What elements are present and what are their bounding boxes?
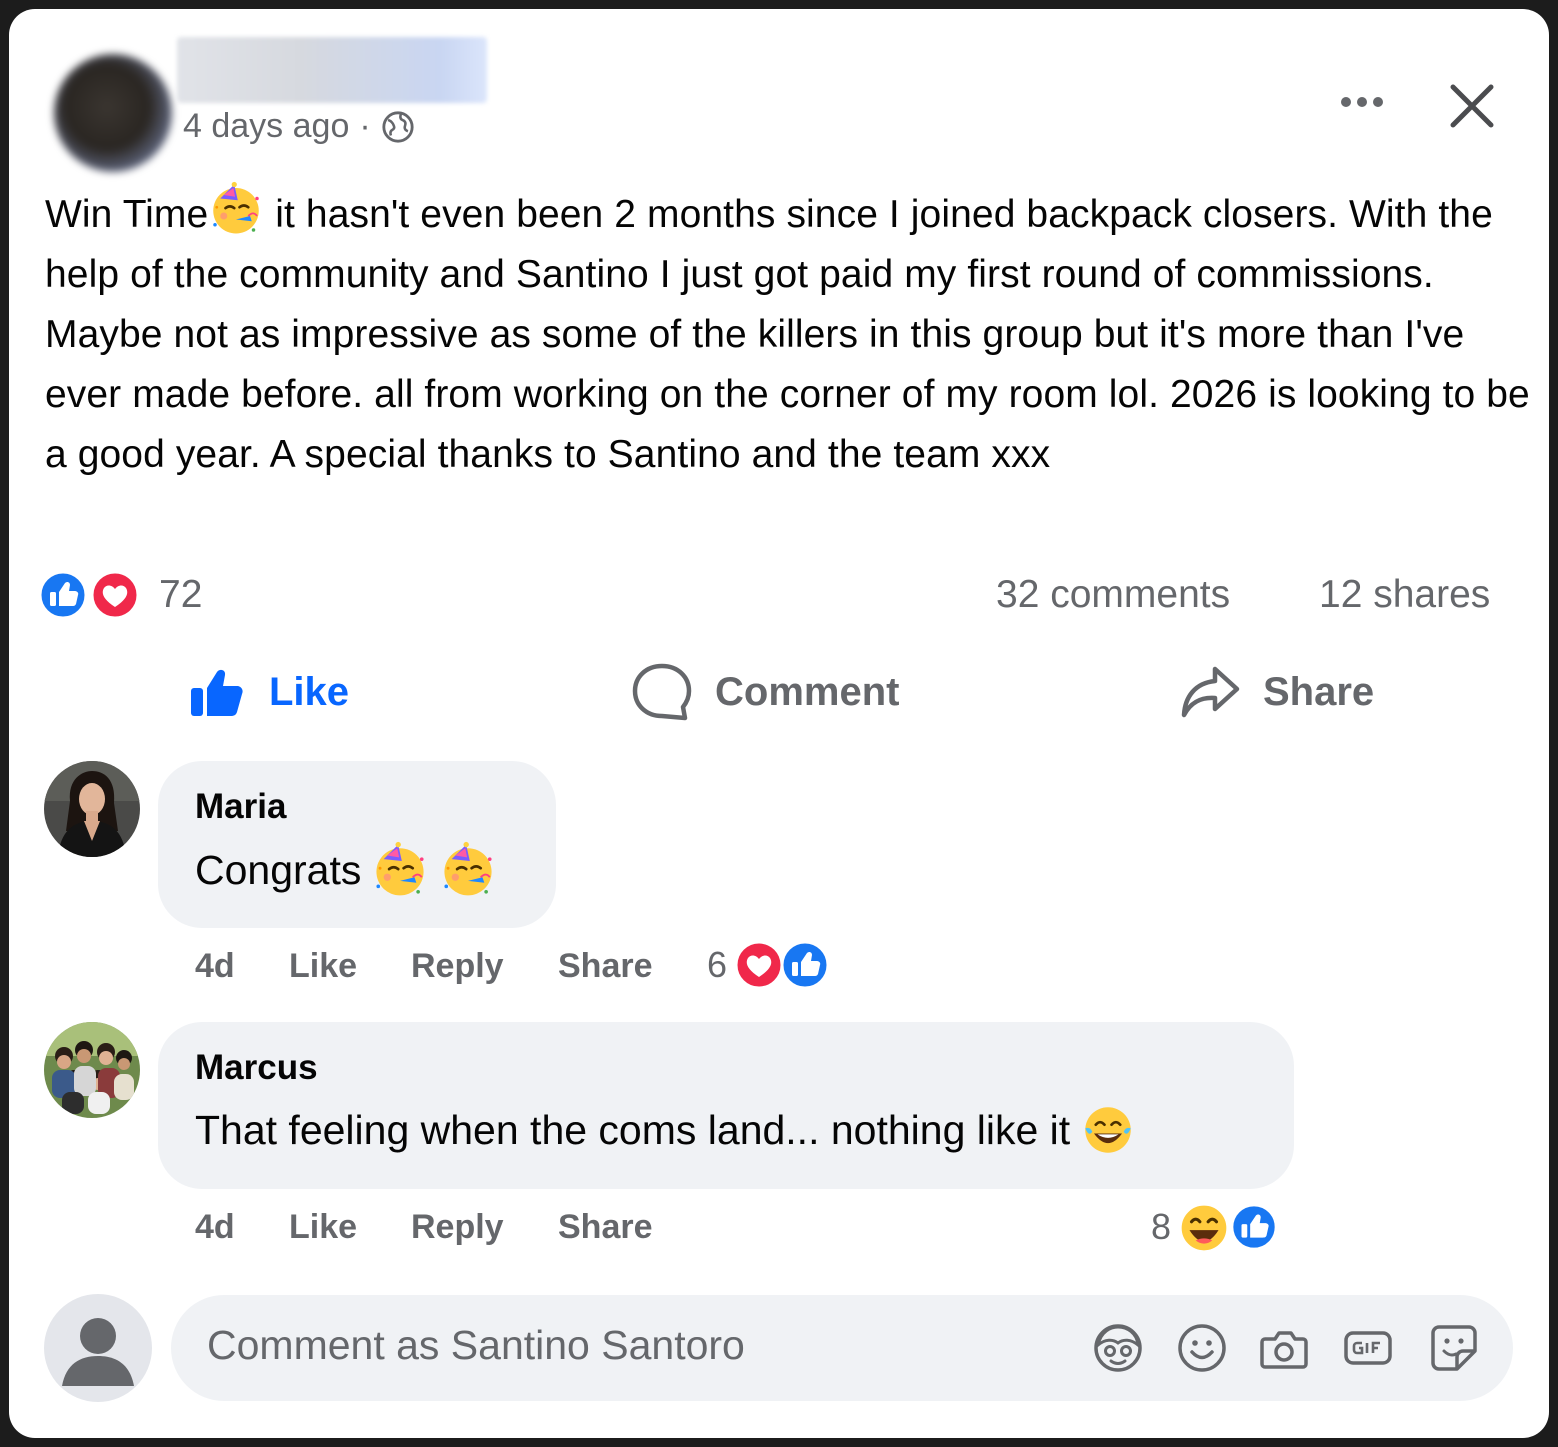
default-user-icon <box>62 1318 134 1386</box>
share-button-label: Share <box>1263 669 1375 714</box>
avatar-photo <box>44 1022 140 1118</box>
comment-time[interactable]: 4d <box>195 947 235 986</box>
comment-bubble: Marcus That feeling when the coms land..… <box>158 1022 1294 1189</box>
thumbs-up-icon <box>191 669 243 716</box>
comment-reaction-count: 6 <box>707 944 728 985</box>
comment-bubble: Maria Congrats <box>158 761 556 928</box>
commenter-avatar[interactable] <box>44 1022 140 1118</box>
like-button[interactable]: Like <box>187 659 349 725</box>
comment-reaction-icons <box>1178 1202 1278 1253</box>
commenter-avatar[interactable] <box>44 761 140 857</box>
partying-face-emoji <box>208 181 264 237</box>
comment-reaction-count: 8 <box>1151 1206 1172 1247</box>
partying-face-emoji <box>439 841 497 899</box>
globe-icon <box>382 110 414 143</box>
post-timestamp[interactable]: 4 days ago <box>183 107 349 146</box>
meta-separator: · <box>359 107 371 145</box>
comment-reactions[interactable]: 8 <box>1151 1201 1281 1253</box>
comment-author[interactable]: Maria <box>195 787 286 827</box>
comment-like-button[interactable]: Like <box>289 1208 357 1247</box>
comment-share-button[interactable]: Share <box>558 947 653 986</box>
share-button[interactable]: Share <box>1179 659 1374 725</box>
love-reaction-icon <box>734 940 784 990</box>
like-reaction-icon <box>780 940 830 990</box>
like-reaction-icon <box>1230 1203 1278 1251</box>
comment-body: That feeling when the coms land... nothi… <box>195 1106 1071 1153</box>
comment-reply-button[interactable]: Reply <box>411 947 504 986</box>
tears-of-joy-emoji <box>1080 1102 1136 1158</box>
comment-share-button[interactable]: Share <box>558 1208 653 1247</box>
comments-count[interactable]: 32 comments <box>996 573 1230 617</box>
love-reaction-icon <box>90 570 140 620</box>
avatar-sticker-icon[interactable] <box>1091 1321 1145 1375</box>
more-options-icon[interactable] <box>1327 77 1397 127</box>
comment-input-placeholder[interactable]: Comment as Santino Santoro <box>207 1322 745 1369</box>
camera-icon[interactable] <box>1257 1321 1311 1375</box>
post-card: 4 days ago · Win Time it hasn't even bee… <box>9 9 1549 1438</box>
like-button-label: Like <box>269 669 350 714</box>
haha-reaction-icon <box>1178 1202 1230 1253</box>
comment-button-label: Comment <box>715 669 900 714</box>
comment-reply-button[interactable]: Reply <box>411 1208 504 1247</box>
comment-author[interactable]: Marcus <box>195 1048 318 1088</box>
comment-time[interactable]: 4d <box>195 1208 235 1247</box>
comment-reaction-icons <box>734 940 830 990</box>
comment-body: Congrats <box>195 846 362 893</box>
comment-text: Congrats <box>195 841 497 899</box>
post-text: Win Time it hasn't even been 2 months si… <box>45 181 1535 485</box>
comment-like-button[interactable]: Like <box>289 947 357 986</box>
post-text-lead: Win Time <box>45 193 209 236</box>
partying-face-emoji <box>371 841 429 899</box>
comment-text: That feeling when the coms land... nothi… <box>195 1102 1136 1158</box>
emoji-icon[interactable] <box>1175 1321 1229 1375</box>
sticker-icon[interactable] <box>1427 1321 1481 1375</box>
reaction-count[interactable]: 72 <box>159 573 202 617</box>
close-icon[interactable] <box>1441 75 1503 137</box>
author-avatar[interactable] <box>54 54 172 172</box>
shares-count[interactable]: 12 shares <box>1319 573 1490 617</box>
post-meta: 4 days ago · <box>183 107 415 146</box>
author-name-redacted[interactable] <box>177 37 487 103</box>
current-user-avatar[interactable] <box>44 1294 152 1402</box>
share-arrow-icon <box>1181 666 1240 718</box>
avatar-photo <box>44 761 140 857</box>
comment-bubble-icon <box>632 663 692 721</box>
gif-icon[interactable] <box>1341 1321 1395 1375</box>
post-text-body: it hasn't even been 2 months since I joi… <box>45 193 1530 476</box>
like-reaction-icon <box>38 570 88 620</box>
comment-reactions[interactable]: 6 <box>707 939 831 991</box>
comment-button[interactable]: Comment <box>631 659 899 725</box>
post-reaction-icons[interactable] <box>37 569 149 621</box>
